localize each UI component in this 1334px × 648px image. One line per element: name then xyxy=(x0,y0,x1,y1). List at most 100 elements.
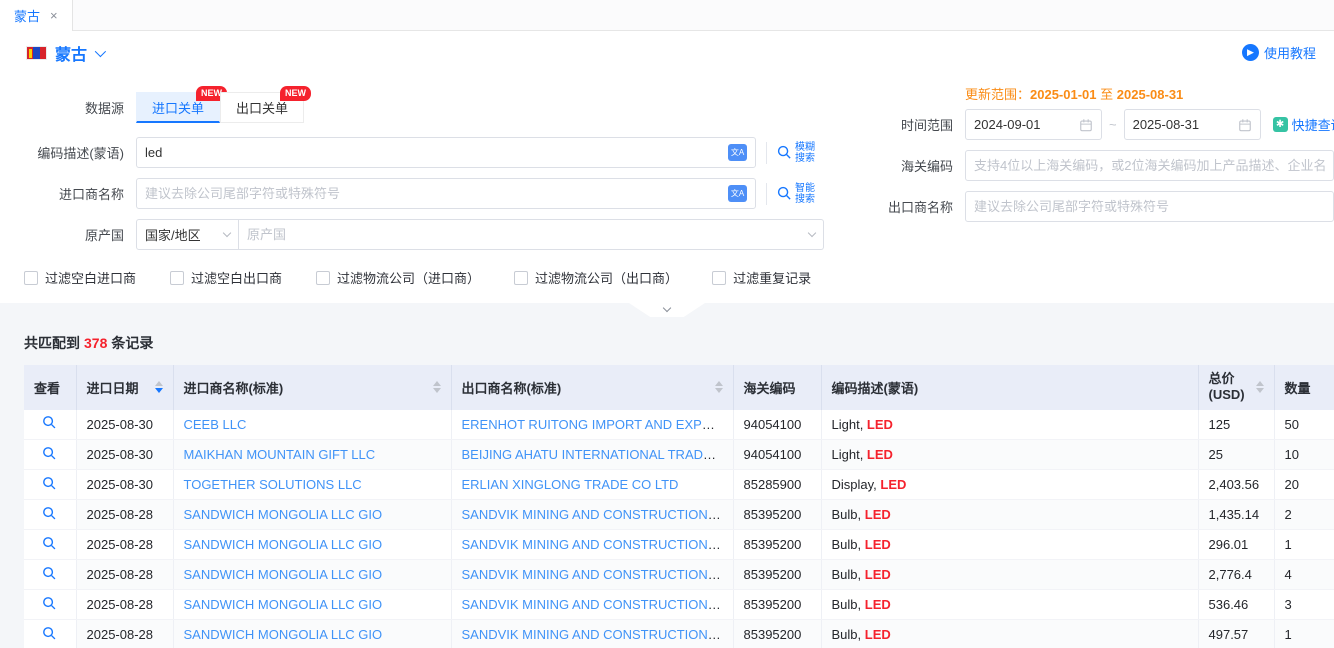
col-total-usd[interactable]: 总价 (USD) xyxy=(1198,365,1274,410)
importer-link[interactable]: SANDWICH MONGOLIA LLC GIO xyxy=(184,567,383,582)
description-cell: Bulb, LED xyxy=(821,590,1198,620)
exporter-label: 出口商名称 xyxy=(846,197,965,216)
table-row: 2025-08-28 SANDWICH MONGOLIA LLC GIO SAN… xyxy=(24,590,1334,620)
exporter-link[interactable]: SANDVIK MINING AND CONSTRUCTION L... xyxy=(462,537,730,552)
close-icon[interactable]: × xyxy=(50,9,58,22)
keyword-highlight: LED xyxy=(865,597,891,612)
table-row: 2025-08-30 CEEB LLC ERENHOT RUITONG IMPO… xyxy=(24,410,1334,440)
sort-icon[interactable] xyxy=(155,381,163,393)
code-desc-input[interactable] xyxy=(145,145,728,160)
quantity-cell: 1 xyxy=(1274,620,1334,648)
exporter-input[interactable] xyxy=(974,199,1325,214)
hs-code-cell: 85395200 xyxy=(733,530,821,560)
fuzzy-search-label: 模糊 搜索 xyxy=(795,142,815,164)
view-detail-button[interactable] xyxy=(42,596,57,611)
col-importer[interactable]: 进口商名称(标准) xyxy=(173,365,451,410)
origin-type-select[interactable]: 国家/地区 xyxy=(136,219,239,250)
keyword-highlight: LED xyxy=(865,567,891,582)
quick-query-link[interactable]: ✱ 快捷查询 xyxy=(1273,115,1334,134)
view-cell xyxy=(24,440,76,470)
checkbox-filter-duplicates[interactable]: 过滤重复记录 xyxy=(712,268,811,287)
importer-cell: SANDWICH MONGOLIA LLC GIO xyxy=(173,590,451,620)
smart-search-toggle[interactable]: 智能 搜索 xyxy=(766,183,815,205)
chevron-down-icon[interactable] xyxy=(95,45,106,56)
import-date-cell: 2025-08-30 xyxy=(76,470,173,500)
import-date-cell: 2025-08-28 xyxy=(76,560,173,590)
quantity-cell: 4 xyxy=(1274,560,1334,590)
keyword-highlight: LED xyxy=(865,507,891,522)
import-date-cell: 2025-08-28 xyxy=(76,530,173,560)
checkbox-filter-blank-importer[interactable]: 过滤空白进口商 xyxy=(24,268,136,287)
checkbox-filter-logistics-importer[interactable]: 过滤物流公司（进口商） xyxy=(316,268,480,287)
col-exporter[interactable]: 出口商名称(标准) xyxy=(451,365,733,410)
checkbox-filter-logistics-exporter[interactable]: 过滤物流公司（出口商） xyxy=(514,268,678,287)
importer-link[interactable]: SANDWICH MONGOLIA LLC GIO xyxy=(184,507,383,522)
col-import-date[interactable]: 进口日期 xyxy=(76,365,173,410)
exporter-link[interactable]: SANDVIK MINING AND CONSTRUCTION L... xyxy=(462,507,730,522)
search-icon xyxy=(42,446,57,461)
origin-label: 原产国 xyxy=(0,225,136,244)
importer-cell: MAIKHAN MOUNTAIN GIFT LLC xyxy=(173,440,451,470)
collapse-filters-button[interactable] xyxy=(629,303,705,317)
tab-label: 蒙古 xyxy=(14,6,40,25)
tab-mongolia[interactable]: 蒙古 × xyxy=(0,0,73,31)
fuzzy-search-toggle[interactable]: 模糊 搜索 xyxy=(766,142,815,164)
view-detail-button[interactable] xyxy=(42,566,57,581)
tutorial-link[interactable]: ▶ 使用教程 xyxy=(1242,43,1316,62)
sort-icon[interactable] xyxy=(433,381,441,393)
checkbox-icon xyxy=(24,271,38,285)
importer-link[interactable]: SANDWICH MONGOLIA LLC GIO xyxy=(184,627,383,642)
exporter-cell: SANDVIK MINING AND CONSTRUCTION L... xyxy=(451,500,733,530)
exporter-link[interactable]: ERLIAN XINGLONG TRADE CO LTD xyxy=(462,477,679,492)
view-detail-button[interactable] xyxy=(42,506,57,521)
importer-cell: TOGETHER SOLUTIONS LLC xyxy=(173,470,451,500)
importer-input[interactable] xyxy=(145,186,728,201)
tab-bar: 蒙古 × xyxy=(0,0,1334,31)
hs-code-input[interactable] xyxy=(974,158,1325,173)
quantity-cell: 50 xyxy=(1274,410,1334,440)
exporter-cell: ERENHOT RUITONG IMPORT AND EXPORT ... xyxy=(451,410,733,440)
view-detail-button[interactable] xyxy=(42,415,57,430)
hs-code-cell: 85395200 xyxy=(733,620,821,648)
view-detail-button[interactable] xyxy=(42,536,57,551)
data-source-label: 数据源 xyxy=(0,98,136,117)
checkbox-icon xyxy=(170,271,184,285)
data-source-tabs: 进口关单 NEW 出口关单 NEW xyxy=(136,92,304,123)
tab-export-declarations[interactable]: 出口关单 NEW xyxy=(220,92,304,123)
time-range-label: 时间范围 xyxy=(846,115,965,134)
translate-icon[interactable]: 文A xyxy=(728,185,747,202)
hs-code-cell: 85285900 xyxy=(733,470,821,500)
view-detail-button[interactable] xyxy=(42,626,57,641)
origin-input[interactable] xyxy=(247,227,809,242)
table-row: 2025-08-28 SANDWICH MONGOLIA LLC GIO SAN… xyxy=(24,500,1334,530)
description-cell: Bulb, LED xyxy=(821,560,1198,590)
checkbox-filter-blank-exporter[interactable]: 过滤空白出口商 xyxy=(170,268,282,287)
importer-link[interactable]: SANDWICH MONGOLIA LLC GIO xyxy=(184,597,383,612)
date-end-input[interactable]: 2025-08-31 xyxy=(1124,109,1261,140)
table-row: 2025-08-30 TOGETHER SOLUTIONS LLC ERLIAN… xyxy=(24,470,1334,500)
view-detail-button[interactable] xyxy=(42,446,57,461)
search-icon xyxy=(42,506,57,521)
exporter-cell: SANDVIK MINING AND CONSTRUCTION L... xyxy=(451,620,733,648)
importer-link[interactable]: TOGETHER SOLUTIONS LLC xyxy=(184,477,362,492)
sort-icon[interactable] xyxy=(715,381,723,393)
translate-icon[interactable]: 文A xyxy=(728,144,747,161)
tab-import-declarations[interactable]: 进口关单 NEW xyxy=(136,92,220,123)
view-detail-button[interactable] xyxy=(42,476,57,491)
keyword-highlight: LED xyxy=(880,477,906,492)
importer-cell: SANDWICH MONGOLIA LLC GIO xyxy=(173,620,451,648)
checkbox-icon xyxy=(316,271,330,285)
exporter-link[interactable]: BEIJING AHATU INTERNATIONAL TRADE C... xyxy=(462,447,734,462)
description-cell: Bulb, LED xyxy=(821,500,1198,530)
importer-link[interactable]: MAIKHAN MOUNTAIN GIFT LLC xyxy=(184,447,376,462)
date-start-input[interactable]: 2024-09-01 xyxy=(965,109,1102,140)
calendar-icon xyxy=(1079,118,1093,132)
importer-link[interactable]: CEEB LLC xyxy=(184,417,247,432)
exporter-link[interactable]: ERENHOT RUITONG IMPORT AND EXPORT ... xyxy=(462,417,734,432)
exporter-link[interactable]: SANDVIK MINING AND CONSTRUCTION L... xyxy=(462,597,730,612)
sort-icon[interactable] xyxy=(1256,381,1264,393)
total-usd-cell: 25 xyxy=(1198,440,1274,470)
exporter-link[interactable]: SANDVIK MINING AND CONSTRUCTION L... xyxy=(462,567,730,582)
importer-link[interactable]: SANDWICH MONGOLIA LLC GIO xyxy=(184,537,383,552)
exporter-link[interactable]: SANDVIK MINING AND CONSTRUCTION L... xyxy=(462,627,730,642)
